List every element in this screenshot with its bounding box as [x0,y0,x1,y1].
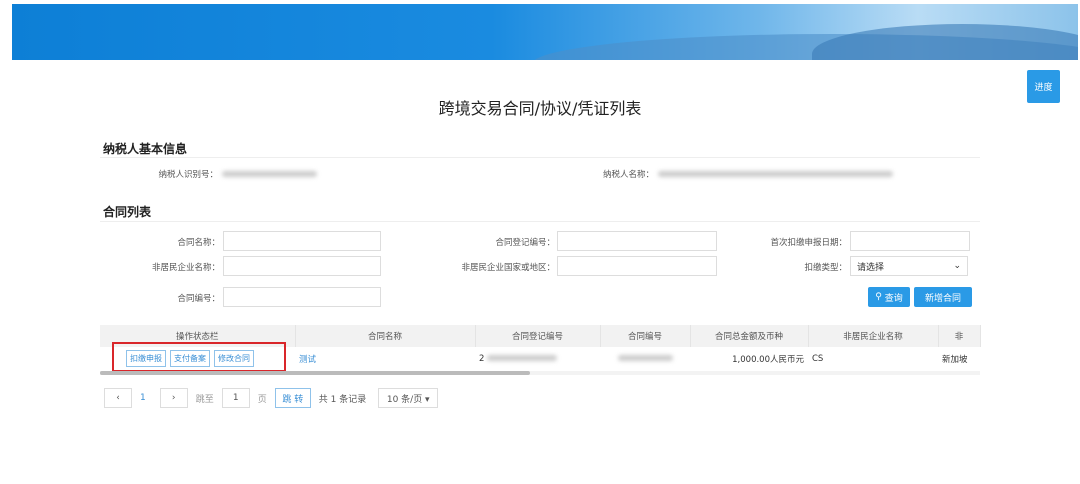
goto-label: 跳至 [195,394,214,405]
col-amount: 合同总金额及币种 [690,325,809,347]
divider [100,157,980,158]
reg-no-prefix: 2 [479,353,485,364]
taxpayer-name-label: 纳税人名称： [602,170,654,180]
search-icon: ⚲ [875,292,885,302]
query-button[interactable]: ⚲ 查询 [868,287,910,307]
page-size-select[interactable]: 10 条/页 ▾ [378,388,439,408]
contract-no-input[interactable] [223,287,381,307]
taxpayer-name-value [658,171,893,177]
contract-name-input[interactable] [223,231,381,251]
add-contract-button[interactable]: 新增合同 [914,287,972,307]
header-banner [12,4,1078,60]
col-name: 合同名称 [295,325,476,347]
horizontal-scrollbar[interactable] [100,371,980,375]
nonres-name-label: 非居民企业名称： [151,263,220,273]
withhold-type-select[interactable]: 请选择 ⌄ [850,256,968,276]
reg-no-input[interactable] [557,231,717,251]
country-cell: 新加坡 [938,347,980,372]
highlight-box [112,342,286,372]
go-button[interactable]: 跳 转 [274,388,311,408]
pagination: ‹ 1 › 跳至 1 页 跳 转 共 1 条记录 10 条/页 ▾ [104,388,446,408]
col-country: 非 [938,325,981,347]
col-contract-no: 合同编号 [600,325,691,347]
goto-input[interactable]: 1 [221,388,250,408]
contract-name-label: 合同名称： [177,238,220,248]
col-nonres-name: 非居民企业名称 [808,325,939,347]
page-number[interactable]: 1 [140,393,146,403]
reg-no-label: 合同登记编号： [495,238,555,248]
divider [100,221,980,222]
withhold-type-label: 扣缴类型： [804,263,847,273]
chevron-down-icon: ⌄ [953,261,961,271]
total-records: 共 1 条记录 [318,394,367,405]
contract-no-blur [617,354,673,361]
taxpayer-id-value [222,171,317,177]
contract-name-link[interactable]: 测试 [295,347,475,372]
nonres-country-input[interactable] [557,256,717,276]
next-page-button[interactable]: › [159,388,188,408]
prev-page-button[interactable]: ‹ [104,388,132,408]
col-reg-no: 合同登记编号 [475,325,601,347]
taxpayer-section-title: 纳税人基本信息 [103,142,188,156]
nonres-name-cell: CS [808,347,938,372]
scrollbar-thumb[interactable] [100,371,530,375]
contract-no-label: 合同编号： [177,294,220,304]
first-date-input[interactable] [850,231,970,251]
page-unit: 页 [257,394,267,405]
contracts-section-title: 合同列表 [103,205,152,219]
first-date-label: 首次扣缴申报日期： [770,238,847,248]
taxpayer-id-label: 纳税人识别号： [158,170,218,180]
nonres-name-input[interactable] [223,256,381,276]
nonres-country-label: 非居民企业国家或地区： [461,263,555,273]
query-label: 查询 [884,293,903,304]
page-title: 跨境交易合同/协议/凭证列表 [438,99,642,118]
reg-no-blur [487,354,558,361]
amount-cell: 1,000.00人民币元 [690,347,808,372]
withhold-type-value: 请选择 [857,262,885,273]
